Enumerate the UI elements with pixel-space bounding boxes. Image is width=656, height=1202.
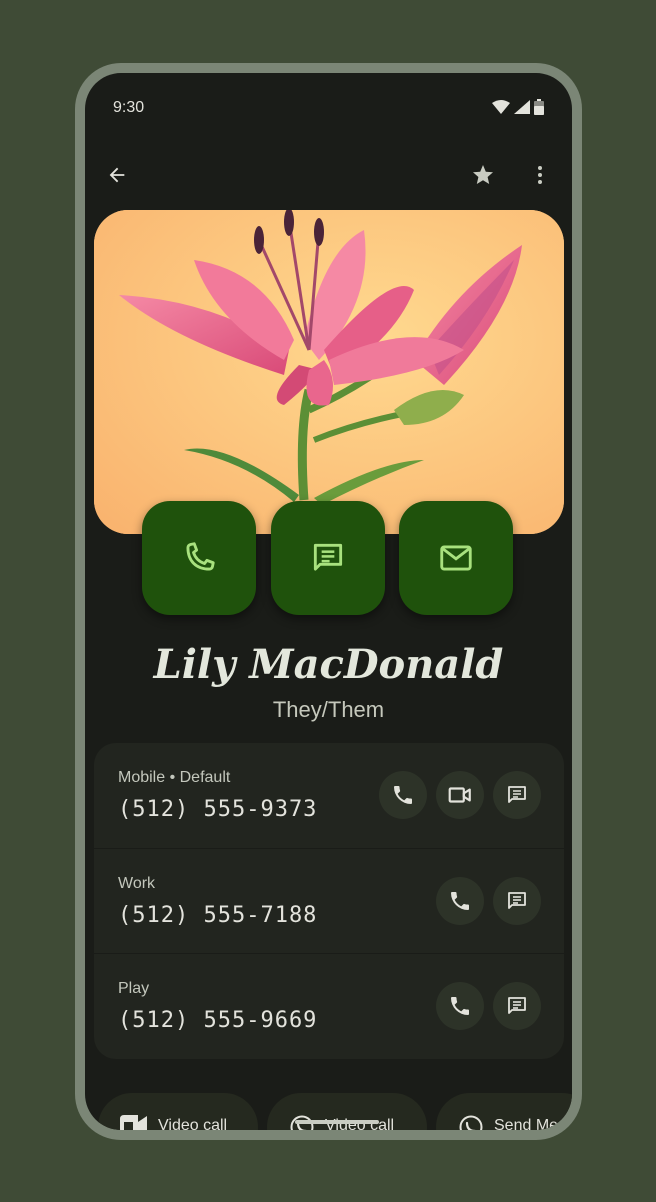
- phone-icon: [186, 542, 215, 571]
- star-icon: [473, 165, 493, 184]
- mail-icon: [440, 545, 472, 571]
- phone-numbers-card: Mobile • Default (512) 555-9373 Work (51…: [94, 743, 564, 1059]
- call-play-button[interactable]: [436, 982, 484, 1030]
- status-bar: 9:30: [85, 73, 572, 123]
- phone-row-play[interactable]: Play (512) 555-9669: [94, 953, 564, 1059]
- phone-number: (512) 555-9669: [118, 1008, 318, 1033]
- contact-name: Lily MacDonald: [153, 641, 504, 688]
- phone-label: Mobile • Default: [118, 769, 231, 786]
- call-button[interactable]: [142, 501, 256, 615]
- phone-number: (512) 555-9373: [118, 797, 318, 822]
- screen: 9:30 Lily MacDonald They/Them Mobile • D…: [85, 73, 572, 1130]
- message-icon: [313, 543, 343, 571]
- email-button[interactable]: [399, 501, 513, 615]
- call-mobile-button[interactable]: [379, 771, 427, 819]
- chip-video-call-meet[interactable]: Video call: [98, 1093, 258, 1130]
- favorite-button[interactable]: [463, 155, 503, 195]
- chip-video-call-whatsapp[interactable]: Video call: [267, 1093, 427, 1130]
- call-work-button[interactable]: [436, 877, 484, 925]
- status-icons: [492, 99, 544, 115]
- lily-flower-illustration: [94, 210, 564, 534]
- phone-frame: 9:30 Lily MacDonald They/Them Mobile • D…: [75, 63, 582, 1140]
- message-icon: [508, 892, 526, 909]
- whatsapp-icon: [459, 1115, 483, 1130]
- phone-row-mobile[interactable]: Mobile • Default (512) 555-9373: [94, 743, 564, 848]
- phone-icon: [394, 786, 412, 804]
- back-button[interactable]: [97, 155, 137, 195]
- message-work-button[interactable]: [493, 877, 541, 925]
- signal-icon: [514, 100, 530, 114]
- contact-pronouns: They/Them: [272, 697, 385, 722]
- message-button[interactable]: [271, 501, 385, 615]
- meet-icon: [120, 1115, 147, 1130]
- arrow-back-icon: [109, 167, 125, 183]
- message-mobile-button[interactable]: [493, 771, 541, 819]
- phone-icon: [451, 892, 469, 910]
- phone-label: Work: [118, 875, 156, 892]
- contact-photo: [94, 210, 564, 534]
- phone-row-work[interactable]: Work (512) 555-7188: [94, 848, 564, 954]
- chip-send-message-whatsapp[interactable]: Send Mes: [436, 1093, 572, 1130]
- phone-number: (512) 555-7188: [118, 903, 318, 928]
- phone-icon: [451, 997, 469, 1015]
- chip-label: Send Mes: [494, 1117, 567, 1130]
- battery-icon: [534, 99, 544, 115]
- gesture-home-bar[interactable]: [295, 1120, 379, 1124]
- wifi-icon: [492, 100, 510, 114]
- message-play-button[interactable]: [493, 982, 541, 1030]
- more-vert-icon: [538, 166, 542, 184]
- phone-label: Play: [118, 980, 150, 997]
- message-icon: [508, 786, 526, 803]
- video-icon: [448, 787, 471, 803]
- more-options-button[interactable]: [520, 155, 560, 195]
- chip-label: Video call: [158, 1117, 228, 1130]
- top-app-bar: [85, 151, 572, 199]
- message-icon: [508, 997, 526, 1014]
- video-call-mobile-button[interactable]: [436, 771, 484, 819]
- status-time: 9:30: [113, 99, 145, 116]
